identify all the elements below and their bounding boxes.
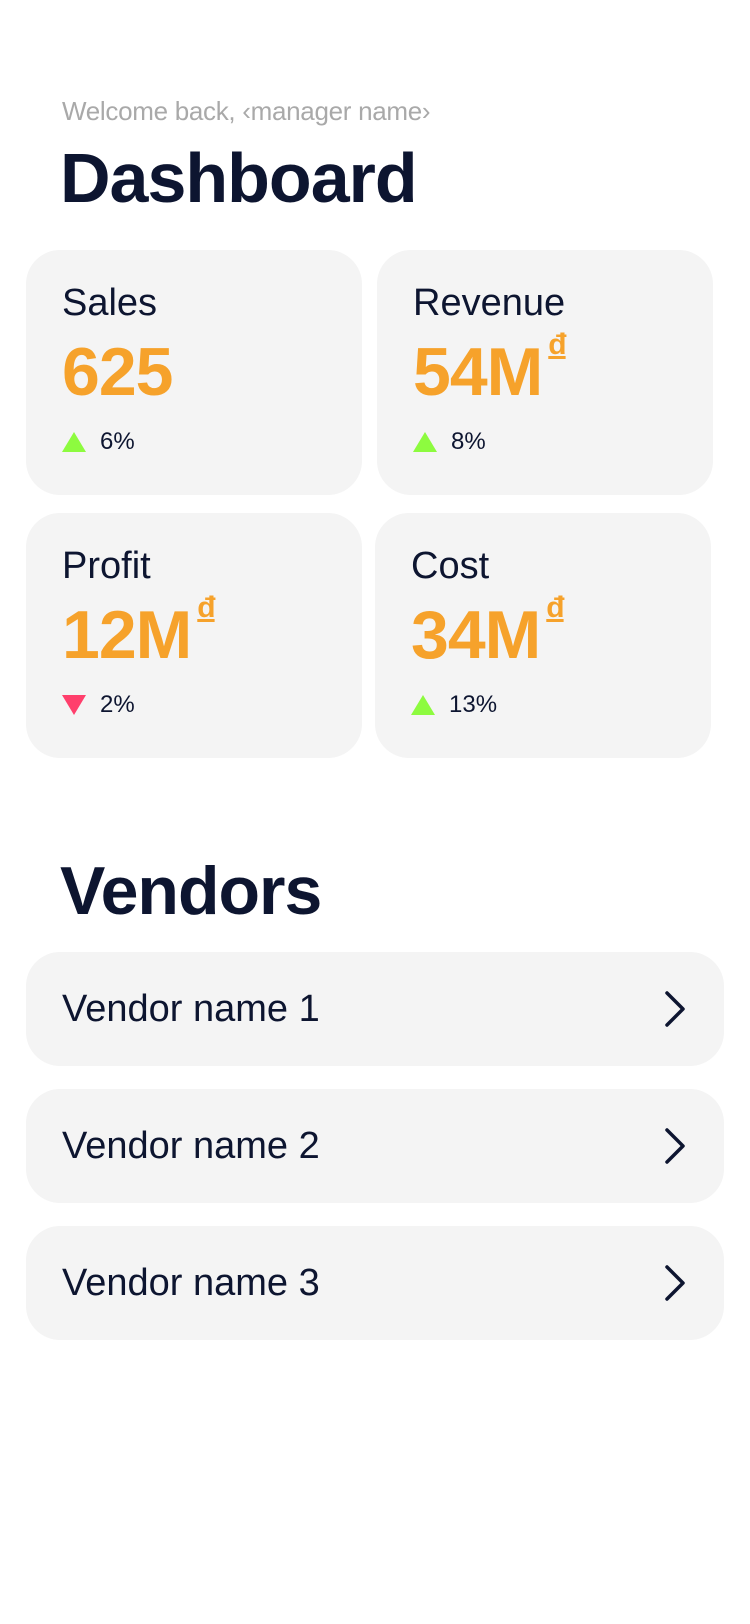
vendor-item[interactable]: Vendor name 2	[26, 1089, 724, 1203]
metric-change: 2%	[62, 691, 135, 719]
vendor-name: Vendor name 3	[62, 1261, 320, 1304]
metric-change-value: 2%	[100, 691, 135, 718]
metric-label: Sales	[62, 282, 158, 324]
vendor-item[interactable]: Vendor name 3	[26, 1226, 724, 1340]
currency-symbol: đ	[548, 328, 566, 361]
metric-card-sales[interactable]: Sales 625 6%	[26, 250, 362, 495]
metric-change-value: 13%	[449, 691, 498, 718]
metric-change-value: 8%	[451, 428, 486, 455]
metric-value: 54M đ	[413, 328, 567, 410]
trend-down-icon	[62, 695, 86, 715]
metric-card-revenue[interactable]: Revenue 54M đ 8%	[377, 250, 713, 495]
metric-value: 34M đ	[411, 591, 565, 673]
metric-card-cost[interactable]: Cost 34M đ 13%	[375, 513, 711, 758]
dashboard-screen: Welcome back, ‹manager name› Dashboard S…	[0, 0, 750, 1624]
vendor-name: Vendor name 2	[62, 1124, 320, 1167]
welcome-text: Welcome back, ‹manager name›	[62, 96, 431, 126]
page-title: Dashboard	[60, 139, 418, 217]
chevron-right-icon	[665, 1265, 685, 1301]
metric-change: 8%	[413, 428, 486, 456]
trend-up-icon	[413, 432, 437, 452]
metric-label: Revenue	[413, 282, 566, 324]
metric-change: 6%	[62, 428, 135, 456]
metric-label: Profit	[62, 545, 151, 587]
metric-card-profit[interactable]: Profit 12M đ 2%	[26, 513, 362, 758]
metric-change-value: 6%	[100, 428, 135, 455]
currency-symbol: đ	[197, 591, 215, 624]
chevron-right-icon	[665, 1128, 685, 1164]
metric-value: 12M đ	[62, 591, 216, 673]
metric-change: 13%	[411, 691, 497, 719]
vendor-item[interactable]: Vendor name 1	[26, 952, 724, 1066]
metric-value: 625	[62, 334, 173, 410]
vendors-title: Vendors	[60, 853, 322, 929]
metric-label: Cost	[411, 545, 490, 587]
trend-up-icon	[411, 695, 435, 715]
trend-up-icon	[62, 432, 86, 452]
vendor-name: Vendor name 1	[62, 987, 320, 1030]
chevron-right-icon	[665, 991, 685, 1027]
currency-symbol: đ	[546, 591, 564, 624]
